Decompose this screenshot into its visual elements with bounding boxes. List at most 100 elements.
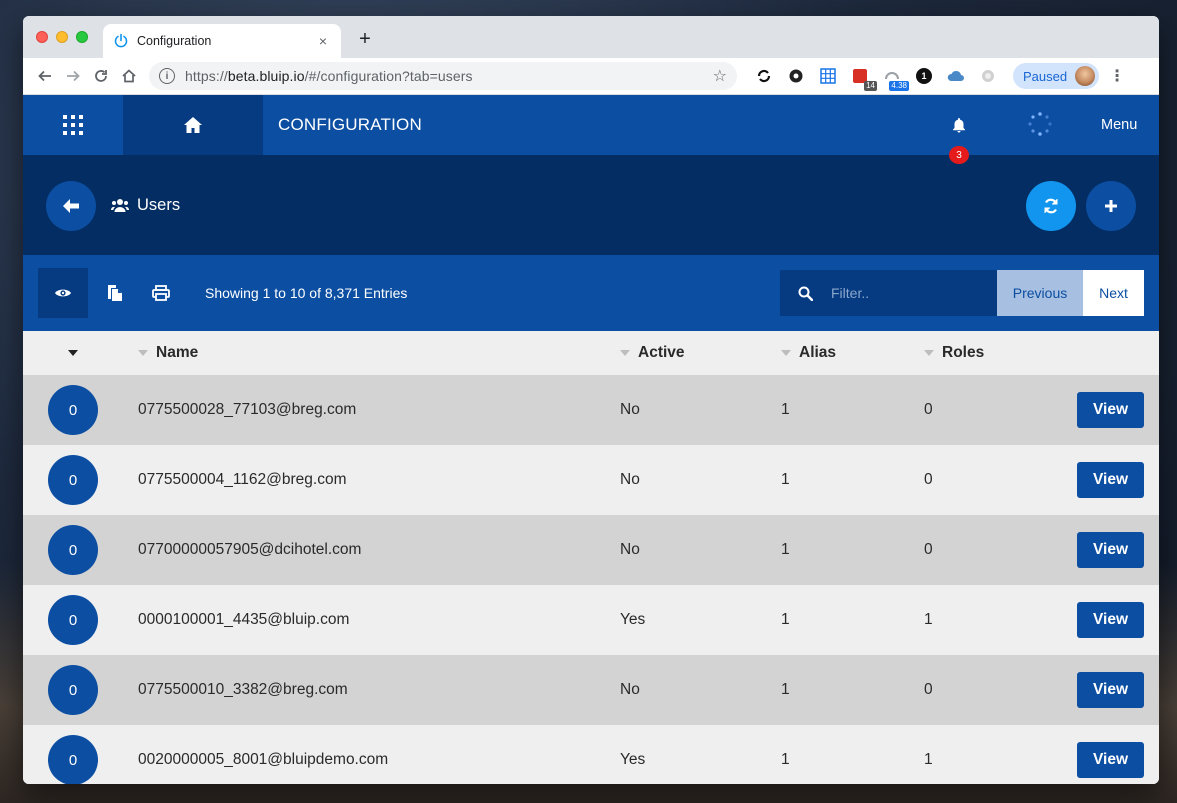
address-bar[interactable]: i https://beta.bluip.io/#/configuration?… [149,62,737,90]
menu-button[interactable]: Menu [1101,117,1137,133]
browser-toolbar: i https://beta.bluip.io/#/configuration?… [23,58,1159,95]
cloud-icon[interactable] [945,65,967,87]
copy-button[interactable] [103,281,127,305]
loading-spinner-icon[interactable] [1027,111,1053,137]
apps-grid-button[interactable] [23,95,123,155]
new-tab-button[interactable]: + [354,28,376,51]
back-button[interactable] [46,181,96,231]
url-path: /#/configuration?tab=users [304,68,473,84]
gauge-badge: 4.38 [889,81,909,91]
grid-extension-icon[interactable] [817,65,839,87]
bell-icon [953,118,965,133]
window-controls [36,31,88,43]
puzzle-icon[interactable] [785,65,807,87]
apps-grid-icon [63,115,83,135]
copy-icon [108,285,122,301]
entries-count: Showing 1 to 10 of 8,371 Entries [205,285,408,301]
onepassword-label: 1 [916,68,932,84]
notification-count-badge: 3 [949,146,969,164]
cell-name: 0000100001_4435@bluip.com [138,611,350,628]
sort-caret-icon [781,350,791,356]
cell-roles: 0 [924,681,933,698]
table-row[interactable]: 0 0020000005_8001@bluipdemo.com Yes 1 1 … [23,725,1159,784]
extensions-bar: 14 4.38 1 [753,65,999,91]
print-button[interactable] [149,281,173,305]
cell-name: 0775500004_1162@breg.com [138,471,347,488]
row-avatar: 0 [48,385,98,435]
eye-icon [55,289,71,297]
column-label-active: Active [638,344,685,361]
table-row[interactable]: 0 0775500010_3382@breg.com No 1 0 View [23,655,1159,725]
browser-menu-icon[interactable]: ⋮ [1109,66,1125,86]
arrow-right-icon [67,70,80,82]
close-window-button[interactable] [36,31,48,43]
cell-roles: 0 [924,401,933,418]
column-header-active[interactable]: Active [620,344,685,362]
column-label-name: Name [156,344,199,361]
tab-close-icon[interactable]: × [315,33,331,49]
home-button[interactable] [123,95,263,155]
select-all-sort[interactable] [68,350,78,356]
profile-button[interactable]: Paused [1013,63,1100,89]
add-user-button[interactable] [1086,181,1136,231]
gauge-extension-icon[interactable]: 4.38 [881,65,909,91]
previous-page-button[interactable]: Previous [997,270,1083,316]
cell-alias: 1 [781,471,790,488]
next-page-button[interactable]: Next [1083,270,1144,316]
view-button[interactable]: View [1077,602,1144,638]
sync-icon[interactable] [753,65,775,87]
column-header-alias[interactable]: Alias [781,344,836,362]
profile-status: Paused [1023,68,1068,84]
row-avatar: 0 [48,525,98,575]
users-icon [111,199,129,212]
view-button[interactable]: View [1077,742,1144,778]
cell-roles: 1 [924,611,933,628]
refresh-button[interactable] [1026,181,1076,231]
power-icon [114,33,128,48]
cell-roles: 0 [924,471,933,488]
filter-input[interactable] [831,285,981,301]
cell-active: Yes [620,751,646,768]
minimize-window-button[interactable] [56,31,68,43]
sort-caret-icon [138,350,148,356]
tab-configuration[interactable]: Configuration × [103,24,341,58]
calendar-badge: 14 [864,81,877,91]
filter-box [780,270,998,316]
back-nav-button[interactable] [31,62,59,90]
table-row[interactable]: 0 07700000057905@dcihotel.com No 1 0 Vie… [23,515,1159,585]
cell-active: Yes [620,611,646,628]
tab-strip: Configuration × + [23,16,1159,58]
view-button[interactable]: View [1077,462,1144,498]
record-icon[interactable] [977,65,999,87]
table-row[interactable]: 0 0775500004_1162@breg.com No 1 0 View [23,445,1159,515]
table-row[interactable]: 0 0775500028_77103@breg.com No 1 0 View [23,375,1159,445]
column-header-roles[interactable]: Roles [924,344,984,362]
cell-alias: 1 [781,541,790,558]
reload-button[interactable] [87,62,115,90]
maximize-window-button[interactable] [76,31,88,43]
table-row[interactable]: 0 0000100001_4435@bluip.com Yes 1 1 View [23,585,1159,655]
view-columns-button[interactable] [38,268,88,318]
url-text: https://beta.bluip.io/#/configuration?ta… [185,68,713,84]
home-icon [184,117,202,133]
cell-alias: 1 [781,681,790,698]
onepassword-icon[interactable]: 1 [913,65,935,87]
home-nav-button[interactable] [115,62,143,90]
calendar-extension-icon[interactable]: 14 [849,65,877,91]
pagination: Previous Next [997,270,1144,316]
view-button[interactable]: View [1077,532,1144,568]
cell-alias: 1 [781,611,790,628]
row-avatar: 0 [48,665,98,715]
forward-nav-button[interactable] [59,62,87,90]
cell-active: No [620,471,640,488]
info-icon[interactable]: i [159,68,175,84]
view-button[interactable]: View [1077,392,1144,428]
search-icon [798,286,813,301]
caret-down-icon [68,350,78,356]
table-body: 0 0775500028_77103@breg.com No 1 0 View … [23,375,1159,784]
arrow-left-icon [63,199,79,213]
url-scheme: https:// [185,68,228,84]
column-header-name[interactable]: Name [138,344,198,362]
bookmark-star-icon[interactable]: ☆ [713,66,727,86]
view-button[interactable]: View [1077,672,1144,708]
